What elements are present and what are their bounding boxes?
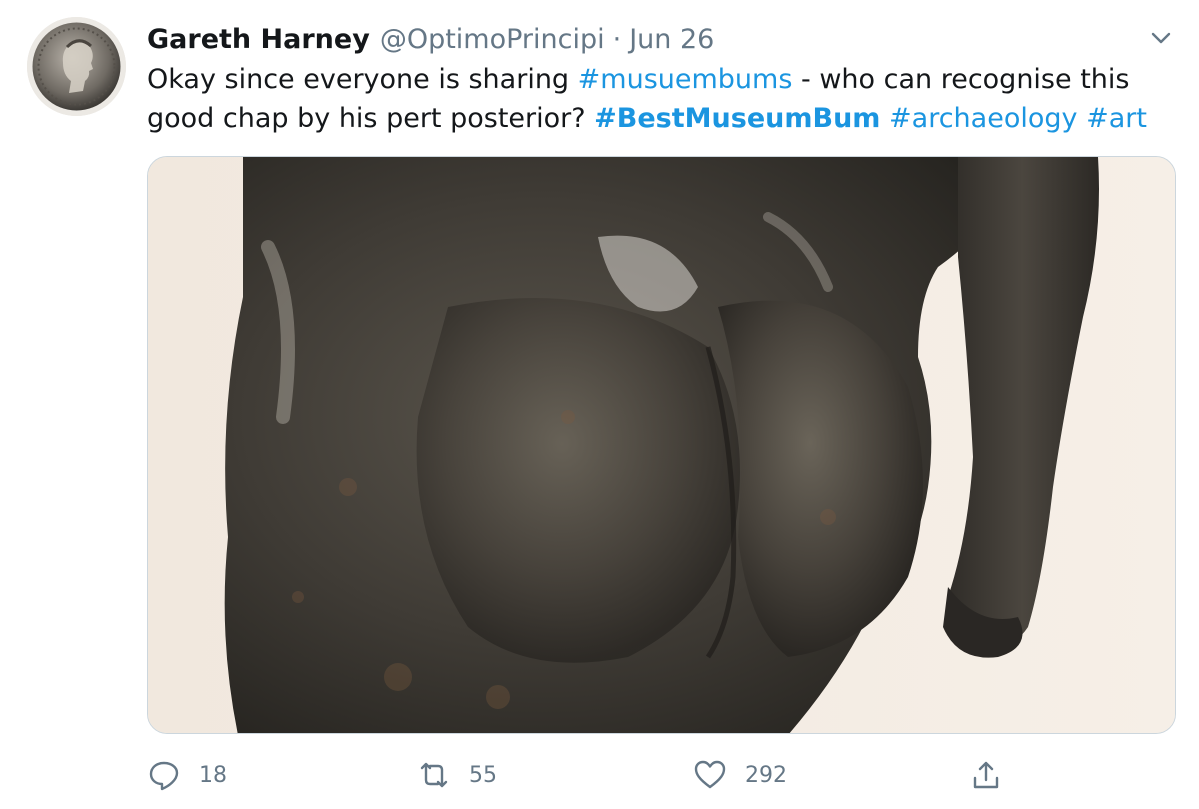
tweet-text-line-1: Okay since everyone is sharing #musuembu…: [147, 60, 1157, 99]
user-handle[interactable]: @OptimoPrincipi: [380, 20, 605, 60]
tweet-photo[interactable]: [147, 156, 1176, 734]
share-icon: [973, 761, 999, 789]
tweet-actions: 18 55 292: [147, 752, 1176, 798]
reply-icon: [149, 761, 179, 791]
reply-count: 18: [199, 762, 227, 788]
tweet: Gareth Harney @OptimoPrincipi · Jun 26 O…: [0, 0, 1199, 809]
header-separator: ·: [612, 24, 622, 55]
tweet-text: Okay since everyone is sharing #musuembu…: [147, 60, 1157, 138]
tweet-text-segment: good chap by his pert posterior?: [147, 103, 595, 134]
retweet-button[interactable]: 55: [417, 752, 497, 798]
tweet-header: Gareth Harney @OptimoPrincipi · Jun 26: [147, 20, 714, 60]
retweet-count: 55: [469, 762, 497, 788]
tweet-text-segment: [1077, 103, 1086, 134]
display-name[interactable]: Gareth Harney: [147, 20, 370, 60]
tweet-text-segment: - who can recognise this: [792, 64, 1130, 95]
hashtag-link[interactable]: #BestMuseumBum: [594, 103, 880, 134]
reply-button[interactable]: 18: [147, 752, 227, 798]
tweet-text-segment: [880, 103, 889, 134]
heart-icon: [694, 760, 726, 789]
retweet-icon: [420, 762, 448, 788]
tweet-date[interactable]: Jun 26: [629, 20, 714, 60]
avatar[interactable]: [27, 17, 126, 116]
hashtag-link[interactable]: #archaeology: [889, 103, 1077, 134]
chevron-down-icon[interactable]: [1146, 26, 1176, 50]
tweet-text-line-2: good chap by his pert posterior? #BestMu…: [147, 99, 1157, 138]
hashtag-link[interactable]: #musuembums: [578, 64, 793, 95]
like-count: 292: [745, 762, 787, 788]
like-button[interactable]: 292: [693, 752, 787, 798]
tweet-text-segment: Okay since everyone is sharing: [147, 64, 578, 95]
share-button[interactable]: [969, 752, 1003, 798]
hashtag-link[interactable]: #art: [1086, 103, 1147, 134]
